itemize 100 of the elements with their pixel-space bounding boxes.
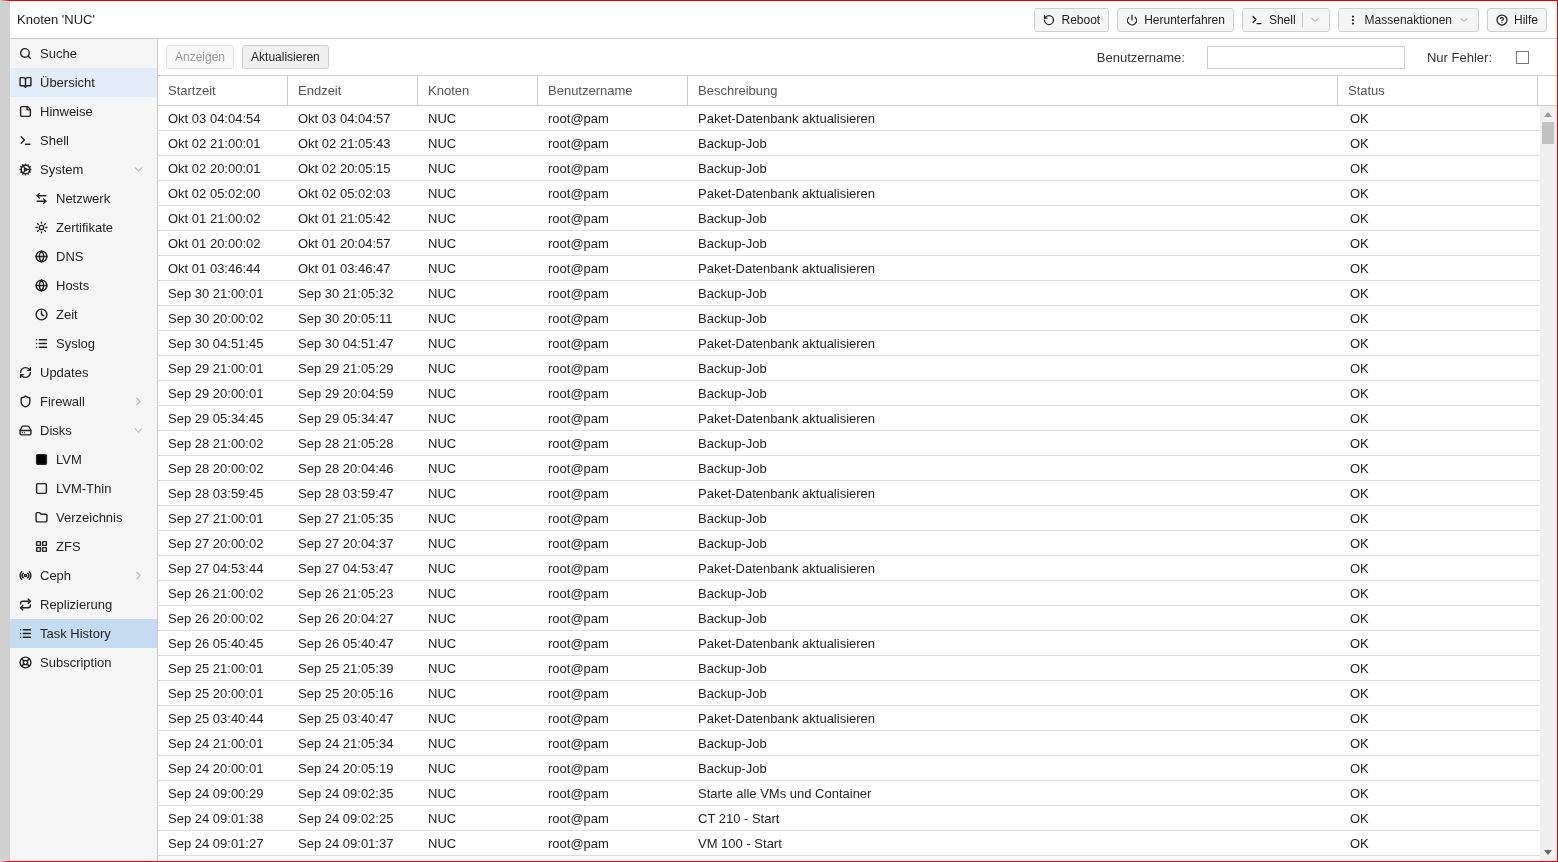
table-row[interactable]: Sep 30 04:51:45 Sep 30 04:51:47 NUC root@pam Paket-Datenbank aktualisieren OK [158, 331, 1540, 356]
table-row[interactable]: Okt 01 03:46:44 Okt 01 03:46:47 NUC root@pam Paket-Datenbank aktualisieren OK [158, 256, 1540, 281]
table-row[interactable]: Sep 24 09:00:29 Sep 24 09:02:35 NUC root@pam Starte alle VMs und Container OK [158, 781, 1540, 806]
table-cell-text: Sep 26 05:40:45 [167, 634, 265, 653]
nav-item[interactable]: Zeit [10, 300, 157, 329]
nav-item[interactable]: Ceph [10, 561, 157, 590]
nav-item[interactable]: Disks [10, 416, 157, 445]
table-row[interactable]: Sep 28 21:00:02 Sep 28 21:05:28 NUC root@pam Backup-Job OK [158, 431, 1540, 456]
nav-item[interactable]: Subscription [10, 648, 157, 677]
nav-item[interactable]: Replizierung [10, 590, 157, 619]
scrollbar[interactable] [1540, 106, 1557, 861]
table-cell-text: NUC [427, 259, 458, 278]
nav-icon [35, 482, 48, 495]
table-cell-text: Sep 29 20:04:59 [297, 384, 395, 403]
toolbar-button[interactable]: Massenaktionen [1337, 7, 1479, 32]
nav-item[interactable]: Shell [10, 126, 157, 155]
table-row[interactable]: Sep 30 21:00:01 Sep 30 21:05:32 NUC root@pam Backup-Job OK [158, 281, 1540, 306]
table-row[interactable]: Sep 24 09:01:38 Sep 24 09:02:25 NUC root@pam CT 210 - Start OK [158, 806, 1540, 831]
table-cell-text: root@pam [547, 109, 610, 128]
nav-item[interactable]: DNS [10, 242, 157, 271]
table-cell-text: root@pam [547, 209, 610, 228]
table-row[interactable]: Okt 01 21:00:02 Okt 01 21:05:42 NUC root@pam Backup-Job OK [158, 206, 1540, 231]
nav-item[interactable]: Übersicht [10, 68, 157, 97]
table-cell-text: NUC [427, 509, 458, 528]
nav-item[interactable]: LVM-Thin [10, 474, 157, 503]
table-row[interactable]: Sep 26 20:00:02 Sep 26 20:04:27 NUC root@pam Backup-Job OK [158, 606, 1540, 631]
table-row[interactable]: Sep 29 20:00:01 Sep 29 20:04:59 NUC root@pam Backup-Job OK [158, 381, 1540, 406]
username-field[interactable] [1206, 45, 1405, 69]
column-header[interactable]: Startzeit [158, 76, 288, 105]
toolbar-button[interactable]: Shell [1241, 7, 1330, 32]
scroll-thumb[interactable] [1542, 122, 1554, 144]
table-cell-text: Okt 02 20:05:15 [297, 159, 392, 178]
nav-item[interactable]: Netzwerk [10, 184, 157, 213]
column-header[interactable]: Endzeit [288, 76, 418, 105]
table-row[interactable]: Okt 02 20:00:01 Okt 02 20:05:15 NUC root@pam Backup-Job OK [158, 156, 1540, 181]
table-row[interactable]: Okt 01 20:00:02 Okt 01 20:04:57 NUC root@pam Backup-Job OK [158, 231, 1540, 256]
column-header[interactable]: Beschreibung [688, 76, 1338, 105]
table-cell-text: Sep 30 04:51:45 [167, 334, 265, 353]
table-row[interactable]: Sep 25 20:00:01 Sep 25 20:05:16 NUC root@pam Backup-Job OK [158, 681, 1540, 706]
table-row[interactable]: Sep 29 05:34:45 Sep 29 05:34:47 NUC root@pam Paket-Datenbank aktualisieren OK [158, 406, 1540, 431]
table-cell-text: Sep 24 20:00:01 [167, 759, 265, 778]
table-cell-text: Sep 30 21:00:01 [167, 284, 265, 303]
table-row[interactable]: Sep 27 20:00:02 Sep 27 20:04:37 NUC root@pam Backup-Job OK [158, 531, 1540, 556]
nav-item[interactable]: System [10, 155, 157, 184]
table-cell-text: root@pam [547, 184, 610, 203]
table-cell-text: Starte alle VMs und Container [697, 784, 873, 803]
table-cell-text: OK [1349, 284, 1370, 303]
table-row[interactable]: Sep 24 09:01:27 Sep 24 09:01:37 NUC root@pam VM 100 - Start OK [158, 831, 1540, 856]
toolbar-button[interactable]: Herunterfahren [1117, 7, 1234, 32]
table-row[interactable]: Okt 02 05:02:00 Okt 02 05:02:03 NUC root@pam Paket-Datenbank aktualisieren OK [158, 181, 1540, 206]
table-cell-text: root@pam [547, 609, 610, 628]
table-cell-text: Sep 24 20:05:19 [297, 759, 395, 778]
table-row[interactable]: Sep 29 21:00:01 Sep 29 21:05:29 NUC root@pam Backup-Job OK [158, 356, 1540, 381]
table-row[interactable]: Sep 30 20:00:02 Sep 30 20:05:11 NUC root@pam Backup-Job OK [158, 306, 1540, 331]
nav-icon [19, 656, 32, 669]
nav-item[interactable]: Verzeichnis [10, 503, 157, 532]
table-cell-text: Sep 28 21:00:02 [167, 434, 265, 453]
table-cell-text: OK [1349, 734, 1370, 753]
nav-item[interactable]: LVM [10, 445, 157, 474]
nav-item[interactable]: Suche [10, 39, 157, 68]
table-cell-text: Sep 30 04:51:47 [297, 334, 395, 353]
table-row[interactable]: Sep 28 03:59:45 Sep 28 03:59:47 NUC root@pam Paket-Datenbank aktualisieren OK [158, 481, 1540, 506]
table-row[interactable]: Sep 26 21:00:02 Sep 26 21:05:23 NUC root@pam Backup-Job OK [158, 581, 1540, 606]
nav-icon [35, 250, 48, 263]
checkbox[interactable] [1516, 50, 1529, 64]
nav-item[interactable]: Firewall [10, 387, 157, 416]
scroll-up-icon[interactable] [1544, 111, 1552, 117]
table-row[interactable]: Sep 27 04:53:44 Sep 27 04:53:47 NUC root@pam Paket-Datenbank aktualisieren OK [158, 556, 1540, 581]
table-cell-text: Backup-Job [697, 384, 768, 403]
table-cell-text: NUC [427, 609, 458, 628]
table-cell-text: OK [1349, 434, 1370, 453]
table-row[interactable]: Sep 27 21:00:01 Sep 27 21:05:35 NUC root@pam Backup-Job OK [158, 506, 1540, 531]
column-header[interactable]: Status [1338, 76, 1538, 105]
toolbar-button[interactable]: Hilfe [1487, 7, 1547, 32]
nav-item[interactable]: Updates [10, 358, 157, 387]
column-header[interactable]: Benutzername [538, 76, 688, 105]
table-cell-text: Sep 26 20:04:27 [297, 609, 395, 628]
table-cell-text: NUC [427, 584, 458, 603]
column-header[interactable]: Knoten [418, 76, 538, 105]
toolbar-button[interactable]: Aktualisieren [242, 45, 329, 69]
table-row[interactable]: Sep 26 05:40:45 Sep 26 05:40:47 NUC root@pam Paket-Datenbank aktualisieren OK [158, 631, 1540, 656]
table-row[interactable]: Sep 25 21:00:01 Sep 25 21:05:39 NUC root@pam Backup-Job OK [158, 656, 1540, 681]
scroll-down-icon[interactable] [1544, 850, 1552, 856]
nav-item[interactable]: ZFS [10, 532, 157, 561]
table-row[interactable]: Sep 28 20:00:02 Sep 28 20:04:46 NUC root@pam Backup-Job OK [158, 456, 1540, 481]
table-row[interactable]: Sep 24 21:00:01 Sep 24 21:05:34 NUC root@pam Backup-Job OK [158, 731, 1540, 756]
table-row[interactable]: Okt 03 04:04:54 Okt 03 04:04:57 NUC root@pam Paket-Datenbank aktualisieren OK [158, 106, 1540, 131]
table-cell-text: NUC [427, 684, 458, 703]
nav-item[interactable]: Task History [10, 619, 157, 648]
table-cell-text: root@pam [547, 134, 610, 153]
nav-item[interactable]: Hinweise [10, 97, 157, 126]
nav-item[interactable]: Syslog [10, 329, 157, 358]
nav-item[interactable]: Zertifikate [10, 213, 157, 242]
table-row[interactable]: Sep 25 03:40:44 Sep 25 03:40:47 NUC root@pam Paket-Datenbank aktualisieren OK [158, 706, 1540, 731]
table-row[interactable]: Okt 02 21:00:01 Okt 02 21:05:43 NUC root@pam Backup-Job OK [158, 131, 1540, 156]
table-cell-text: Sep 27 04:53:47 [297, 559, 395, 578]
table-row[interactable]: Sep 24 20:00:01 Sep 24 20:05:19 NUC root@pam Backup-Job OK [158, 756, 1540, 781]
table-cell-text: Sep 27 21:00:01 [167, 509, 265, 528]
toolbar-button[interactable]: Reboot [1034, 7, 1110, 32]
nav-item[interactable]: Hosts [10, 271, 157, 300]
